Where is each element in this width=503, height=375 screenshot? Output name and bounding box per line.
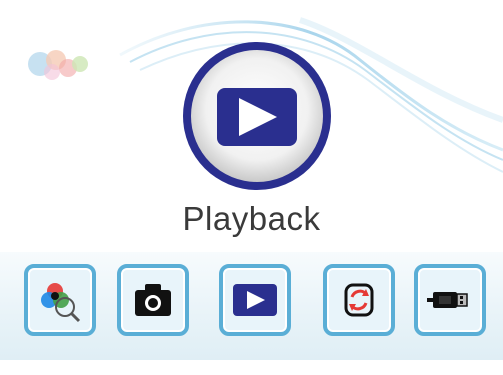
play-icon — [233, 284, 277, 316]
menu-item-usb[interactable] — [414, 264, 486, 336]
menu-item-color-settings[interactable] — [24, 264, 96, 336]
menu-item-rotate[interactable] — [323, 264, 395, 336]
usb-plug-icon — [427, 292, 468, 308]
playback-menu-screen: Playback — [0, 0, 503, 375]
rotate-icon — [344, 283, 374, 317]
bottom-strip — [0, 360, 503, 375]
playback-hero-icon — [177, 36, 337, 196]
screen-title: Playback — [182, 200, 321, 237]
camera-icon — [135, 284, 171, 316]
color-magnifier-icon — [41, 283, 81, 323]
menu-item-playback[interactable] — [219, 264, 291, 336]
pastel-bubbles-decoration — [28, 50, 88, 80]
menu-item-camera[interactable] — [117, 264, 189, 336]
